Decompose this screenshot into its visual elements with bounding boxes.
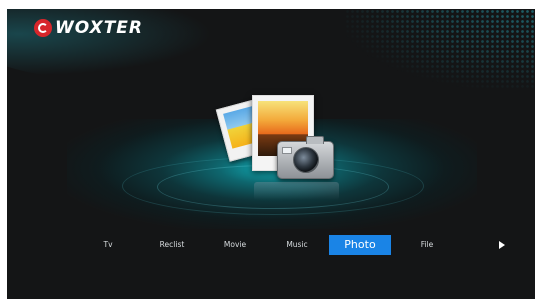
icon-reflection: [254, 182, 339, 200]
brand-badge-icon: [34, 19, 52, 37]
main-menu: Tv Reclist Movie Music Photo File: [7, 235, 535, 255]
camera-icon: [277, 136, 334, 179]
menu-item-photo[interactable]: Photo: [329, 235, 391, 255]
brand-name: WOXTER: [55, 18, 144, 38]
menu-item-file[interactable]: File: [415, 235, 439, 255]
menu-item-reclist[interactable]: Reclist: [151, 235, 193, 255]
photo-camera-icon: [212, 89, 342, 200]
menu-item-tv[interactable]: Tv: [93, 235, 123, 255]
menu-item-movie[interactable]: Movie: [215, 235, 255, 255]
play-arrow-icon[interactable]: [499, 241, 505, 249]
background-dot-pattern: [345, 9, 535, 89]
media-player-screen: WOXTER: [7, 9, 535, 299]
brand-logo: WOXTER: [34, 18, 143, 38]
menu-item-music[interactable]: Music: [279, 235, 315, 255]
